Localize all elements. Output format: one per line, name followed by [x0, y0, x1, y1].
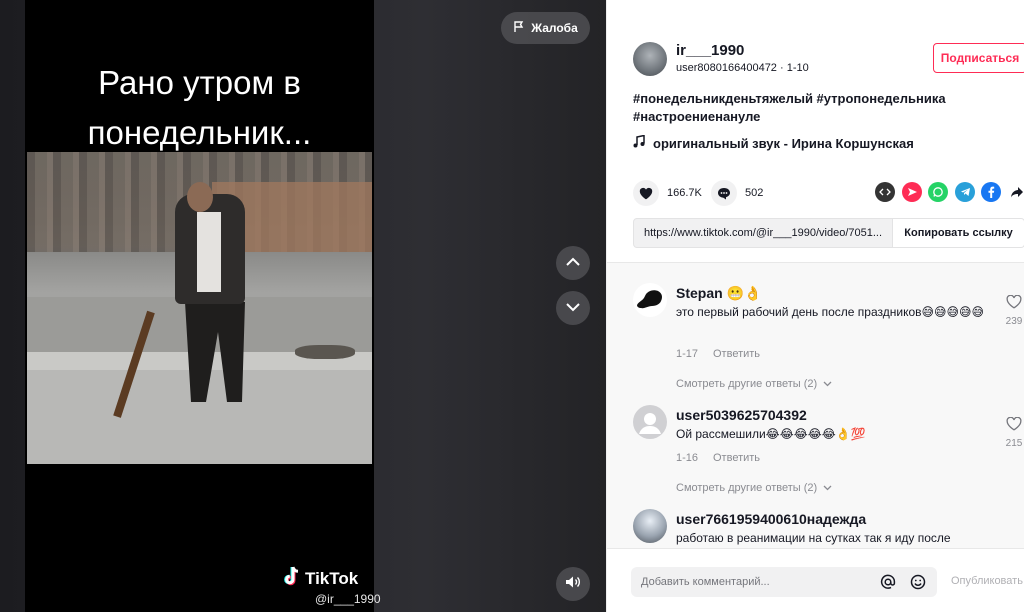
like-count: 166.7K: [667, 187, 702, 199]
author-username[interactable]: ir___1990: [676, 42, 744, 59]
view-more-replies-label: Смотреть другие ответы (2): [676, 482, 818, 494]
next-video-button[interactable]: [556, 291, 590, 325]
scene-person-head: [187, 182, 213, 212]
chevron-down-icon: [823, 482, 832, 494]
video-watermark-handle: @ir___1990: [315, 592, 381, 606]
comment-text: Ой рассмешили😂😂😂😂😂👌💯: [676, 427, 866, 441]
comment-like-count: 239: [1005, 316, 1023, 327]
comment-author[interactable]: Stepan 😬👌: [676, 285, 761, 302]
music-label: оригинальный звук - Ирина Коршунская: [653, 135, 914, 151]
heart-outline-icon: [1006, 294, 1022, 313]
follow-button[interactable]: Подписаться: [933, 43, 1024, 73]
comment-item: Stepan 😬👌 это первый рабочий день после …: [633, 283, 1024, 408]
video-details-panel: ir___1990 user8080166400472 · 1-10 Подпи…: [606, 0, 1024, 612]
view-more-replies-button[interactable]: Смотреть другие ответы (2): [676, 482, 832, 494]
comment-author[interactable]: user5039625704392: [676, 407, 807, 423]
telegram-icon[interactable]: [955, 182, 975, 202]
tiktok-video-page: Рано утром в понедельник... TikTok @ir__…: [0, 0, 1024, 612]
caption-line-1: Рано утром в: [98, 64, 301, 101]
share-arrow-icon[interactable]: [1007, 182, 1024, 202]
whatsapp-icon[interactable]: [928, 182, 948, 202]
hashtags-line-1[interactable]: #понедельникденьтяжелый #утропонедельник…: [633, 90, 1003, 108]
emoji-icon[interactable]: [907, 571, 929, 593]
comment-like-button[interactable]: 239: [999, 294, 1024, 327]
chevron-down-icon: [565, 299, 581, 317]
comment-avatar[interactable]: [633, 405, 667, 439]
video-caption: Рано утром в понедельник...: [25, 58, 374, 158]
video-area: Рано утром в понедельник... TikTok @ir__…: [0, 0, 606, 612]
scene-manhole: [295, 345, 355, 359]
hashtags-line-2[interactable]: #настроениенануле: [633, 108, 1003, 126]
comment-text: работаю в реанимации на сутках так я иду…: [676, 531, 951, 545]
like-button[interactable]: 166.7K: [633, 180, 702, 206]
video-player[interactable]: Рано утром в понедельник... TikTok @ir__…: [25, 0, 381, 612]
flag-icon: [513, 20, 525, 36]
comment-text: это первый рабочий день после праздников…: [676, 305, 985, 319]
comment-item: user5039625704392 Ой рассмешили😂😂😂😂😂👌💯 1…: [633, 405, 1024, 505]
comment-avatar[interactable]: [633, 283, 667, 317]
chevron-down-icon: [823, 378, 832, 390]
report-button[interactable]: Жалоба: [501, 12, 590, 44]
previous-video-button[interactable]: [556, 246, 590, 280]
volume-icon: [565, 575, 581, 594]
comment-input-wrap: [631, 567, 937, 597]
tiktok-watermark: TikTok: [283, 566, 358, 591]
video-description: #понедельникденьтяжелый #утропонедельник…: [633, 90, 1003, 126]
comment-date: 1-16: [676, 452, 699, 464]
comment-input-bar: Опубликовать: [607, 548, 1024, 612]
scene-person-shirt: [197, 212, 221, 292]
caption-line-2: понедельник...: [87, 114, 312, 151]
video-link-box: https://www.tiktok.com/@ir___1990/video/…: [633, 218, 1024, 248]
music-note-icon: [633, 134, 645, 151]
chevron-up-icon: [565, 254, 581, 272]
comment-avatar[interactable]: [633, 509, 667, 543]
embed-icon[interactable]: [875, 182, 895, 202]
heart-icon: [633, 180, 659, 206]
comment-bubble-icon: [711, 180, 737, 206]
volume-button[interactable]: [556, 567, 590, 601]
comment-input[interactable]: [631, 567, 877, 597]
view-more-replies-label: Смотреть другие ответы (2): [676, 378, 818, 390]
comment-like-button[interactable]: 215: [999, 416, 1024, 449]
comment-reply-button[interactable]: Ответить: [713, 452, 760, 464]
heart-outline-icon: [1006, 416, 1022, 435]
author-meta: user8080166400472 · 1-10: [676, 62, 809, 74]
tiktok-logo-text: TikTok: [305, 568, 359, 588]
post-comment-button[interactable]: Опубликовать: [951, 575, 1023, 587]
send-icon[interactable]: [902, 182, 922, 202]
comment-author[interactable]: user7661959400610надежда: [676, 511, 866, 527]
video-link-url[interactable]: https://www.tiktok.com/@ir___1990/video/…: [634, 227, 892, 239]
author-avatar[interactable]: [633, 42, 667, 76]
comment-count-button[interactable]: 502: [711, 180, 763, 206]
tiktok-logo-icon: [283, 566, 301, 591]
copy-link-button[interactable]: Копировать ссылку: [892, 219, 1024, 247]
video-scene-image: [27, 152, 372, 464]
comment-like-count: 215: [1005, 438, 1023, 449]
comment-reply-button[interactable]: Ответить: [713, 348, 760, 360]
facebook-icon[interactable]: [981, 182, 1001, 202]
mention-icon[interactable]: [877, 571, 899, 593]
comments-list[interactable]: Stepan 😬👌 это первый рабочий день после …: [607, 262, 1024, 548]
comment-item: user7661959400610надежда работаю в реани…: [633, 509, 1024, 548]
comment-date: 1-17: [676, 348, 699, 360]
view-more-replies-button[interactable]: Смотреть другие ответы (2): [676, 378, 832, 390]
comment-count: 502: [745, 187, 764, 199]
music-link[interactable]: оригинальный звук - Ирина Коршунская: [633, 134, 914, 151]
report-label: Жалоба: [531, 21, 578, 35]
